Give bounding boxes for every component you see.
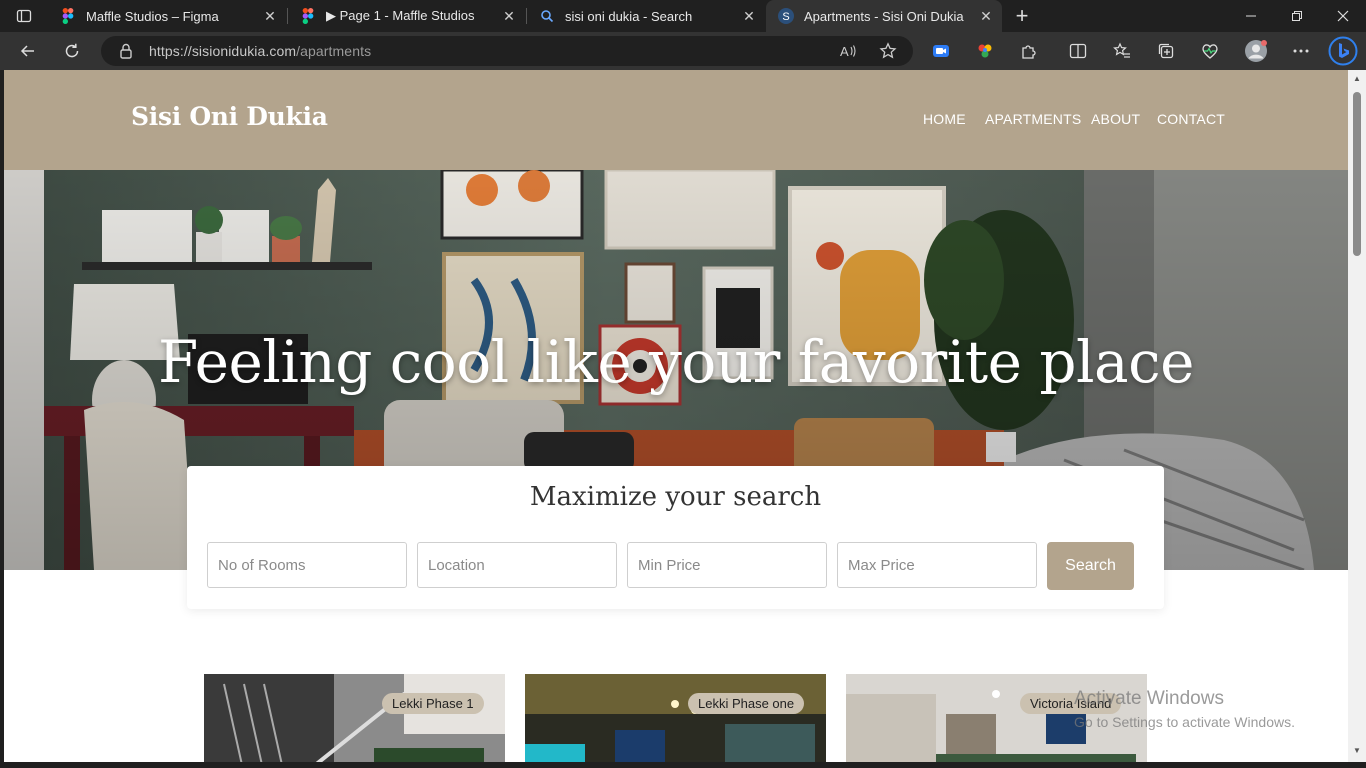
close-tab-icon[interactable]: ✕	[739, 6, 759, 26]
window-bottom-border	[0, 762, 1366, 768]
hero-heading: Feeling cool like your favorite place	[158, 328, 1194, 396]
close-window-icon[interactable]	[1320, 0, 1366, 32]
tab-title: sisi oni dukia - Search	[565, 8, 693, 24]
collections-icon[interactable]	[1152, 37, 1180, 65]
location-tag: Lekki Phase one	[688, 693, 805, 714]
url-host: sisionidukia.com	[191, 43, 297, 59]
location-tag: Lekki Phase 1	[382, 693, 484, 714]
tab-actions-icon[interactable]	[8, 4, 40, 28]
rooms-input[interactable]	[207, 542, 407, 588]
search-panel: Maximize your search Search	[187, 466, 1164, 609]
figma-icon	[300, 8, 316, 24]
address-bar[interactable]: https://sisionidukia.com/apartments A	[101, 36, 913, 66]
tab-search[interactable]: sisi oni dukia - Search ✕	[527, 0, 765, 32]
profile-avatar-icon[interactable]	[1242, 37, 1270, 65]
figma-icon	[60, 8, 76, 24]
listing-card[interactable]: Lekki Phase one	[525, 674, 826, 762]
svg-text:A: A	[840, 44, 849, 59]
url-path: /apartments	[296, 43, 372, 59]
windows-activation-title: Activate Windows	[1074, 688, 1224, 709]
listing-photo	[525, 674, 826, 762]
tab-title: Maffle Studios – Figma	[86, 8, 219, 24]
tab-title: ▶ Page 1 - Maffle Studios	[326, 8, 475, 23]
nav-home[interactable]: HOME	[923, 111, 966, 127]
close-tab-icon[interactable]: ✕	[260, 6, 280, 26]
search-heading: Maximize your search	[529, 482, 822, 512]
close-tab-icon[interactable]: ✕	[499, 6, 519, 26]
lock-icon	[119, 43, 133, 64]
site-header: Sisi Oni Dukia HOME APARTMENTS ABOUT CON…	[4, 70, 1348, 170]
browser-essentials-icon[interactable]	[1196, 37, 1224, 65]
site-s-icon: S	[778, 8, 794, 24]
page-scrollbar[interactable]: ▲ ▼	[1348, 70, 1366, 762]
site-logo[interactable]: Sisi Oni Dukia	[131, 102, 328, 131]
min-price-input[interactable]	[627, 542, 827, 588]
favorites-icon[interactable]	[1108, 37, 1136, 65]
tab-figma-1[interactable]: Maffle Studios – Figma ✕	[48, 0, 286, 32]
new-tab-icon[interactable]: +	[1010, 3, 1034, 28]
nav-about[interactable]: ABOUT	[1091, 111, 1140, 127]
listing-photo	[204, 674, 505, 762]
split-screen-icon[interactable]	[1064, 37, 1092, 65]
tab-apartments-active[interactable]: S Apartments - Sisi Oni Dukia ✕	[766, 0, 1002, 32]
location-input[interactable]	[417, 542, 617, 588]
search-icon	[539, 8, 555, 24]
extensions-puzzle-icon[interactable]	[1015, 37, 1043, 65]
url-scheme: https://	[149, 43, 192, 59]
favorite-star-icon[interactable]	[878, 41, 898, 61]
tab-figma-2[interactable]: ▶ Page 1 - Maffle Studios ✕	[288, 0, 525, 32]
refresh-icon[interactable]	[58, 37, 86, 65]
svg-text:S: S	[782, 11, 789, 23]
scroll-up-icon[interactable]: ▲	[1352, 74, 1362, 84]
nav-apartments[interactable]: APARTMENTS	[985, 111, 1081, 127]
tab-title: Apartments - Sisi Oni Dukia	[804, 8, 964, 24]
color-extension-icon[interactable]	[971, 37, 999, 65]
nav-contact[interactable]: CONTACT	[1157, 111, 1225, 127]
url-text: https://sisionidukia.com/apartments	[149, 43, 371, 59]
video-extension-icon[interactable]	[927, 37, 955, 65]
back-icon[interactable]	[14, 37, 42, 65]
scroll-thumb[interactable]	[1353, 92, 1361, 256]
browser-tab-bar: Maffle Studios – Figma ✕ ▶ Page 1 - Maff…	[0, 0, 1366, 32]
max-price-input[interactable]	[837, 542, 1037, 588]
windows-activation-subtitle: Go to Settings to activate Windows.	[1074, 714, 1295, 730]
bing-copilot-icon[interactable]	[1328, 36, 1358, 66]
page-viewport: Sisi Oni Dukia HOME APARTMENTS ABOUT CON…	[4, 70, 1348, 762]
search-button[interactable]: Search	[1047, 542, 1134, 590]
read-aloud-icon[interactable]: A	[839, 41, 859, 61]
more-menu-icon[interactable]	[1287, 37, 1315, 65]
minimize-icon[interactable]	[1228, 0, 1274, 32]
close-tab-icon[interactable]: ✕	[976, 6, 996, 26]
restore-icon[interactable]	[1274, 0, 1320, 32]
listing-card[interactable]: Lekki Phase 1	[204, 674, 505, 762]
browser-toolbar: https://sisionidukia.com/apartments A	[0, 32, 1366, 70]
scroll-down-icon[interactable]: ▼	[1352, 746, 1362, 756]
